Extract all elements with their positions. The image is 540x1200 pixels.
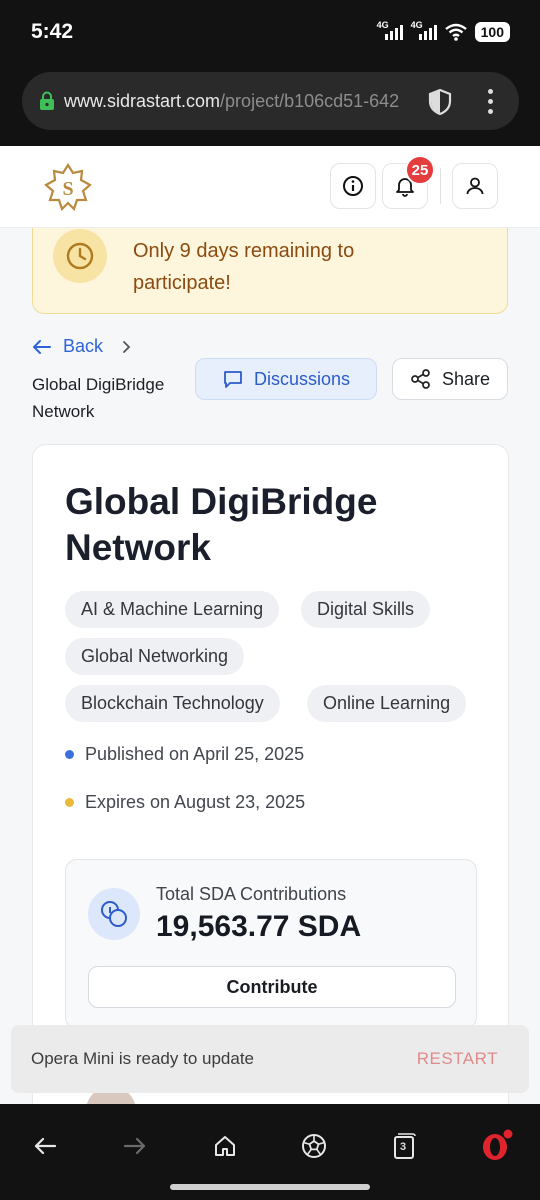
toast-message: Opera Mini is ready to update: [31, 1049, 255, 1068]
contribute-button[interactable]: Contribute: [88, 966, 456, 1008]
url-path: /project/b106cd51-642: [220, 90, 400, 111]
status-bar: 5:42 4G 4G 100: [0, 0, 540, 64]
tabs-button[interactable]: 3: [384, 1126, 424, 1166]
address-bar[interactable]: www.sidrastart.com/project/b106cd51-642: [22, 72, 519, 130]
back-label: Back: [63, 336, 104, 356]
breadcrumb-current: Global DigiBridge Network: [32, 375, 165, 421]
arrow-right-icon: [123, 1137, 146, 1155]
category-tag: Blockchain Technology: [65, 685, 280, 722]
notifications-button[interactable]: 25: [382, 155, 435, 209]
status-icons: 4G 4G 100: [377, 20, 510, 42]
battery-indicator: 100: [474, 22, 510, 42]
update-toast: Opera Mini is ready to update RESTART: [11, 1025, 529, 1093]
share-icon: [411, 369, 430, 389]
network-type-label: 4G: [376, 20, 389, 30]
signal-icon: 4G: [411, 20, 437, 40]
opera-menu-button[interactable]: [476, 1126, 516, 1166]
project-title: Global DigiBridge Network: [65, 481, 378, 568]
arrow-left-icon: [33, 339, 51, 354]
football-icon: [302, 1134, 326, 1158]
user-icon: [466, 177, 484, 195]
contributions-panel: Total SDA Contributions 19,563.77 SDA Co…: [65, 859, 477, 1029]
published-text: Published on April 25, 2025: [85, 744, 305, 764]
network-type-label: 4G: [410, 20, 423, 30]
football-button[interactable]: [294, 1126, 334, 1166]
chevron-right-icon: [123, 340, 131, 353]
notification-badge: 25: [405, 155, 435, 185]
lock-icon: [40, 91, 54, 110]
discussions-label: Discussions: [253, 368, 351, 389]
home-button[interactable]: [205, 1126, 245, 1166]
shield-icon[interactable]: [427, 88, 453, 116]
clock-icon: [53, 229, 107, 283]
share-button[interactable]: Share: [392, 358, 508, 400]
browser-bottom-nav: 3: [0, 1104, 540, 1200]
category-tag: Global Networking: [65, 638, 245, 675]
chat-icon: [224, 371, 242, 388]
category-tag: Online Learning: [307, 685, 467, 722]
home-icon: [215, 1136, 235, 1156]
status-dot-yellow: [65, 798, 74, 807]
header-divider: [440, 168, 441, 204]
discussions-button[interactable]: Discussions: [195, 358, 377, 400]
expiry-date: Expires on August 23, 2025: [65, 792, 305, 813]
site-header: S 25: [0, 146, 540, 228]
contributions-label: Total SDA Contributions: [156, 884, 347, 904]
published-date: Published on April 25, 2025: [65, 744, 304, 765]
back-nav-button[interactable]: [25, 1126, 65, 1166]
tab-count: 3: [400, 1141, 407, 1153]
status-time: 5:42: [31, 20, 74, 43]
url-domain: www.sidrastart.com: [64, 90, 221, 111]
arrow-left-icon: [34, 1137, 57, 1155]
info-icon: [343, 176, 363, 196]
svg-text:S: S: [62, 178, 73, 200]
status-dot-blue: [65, 750, 74, 759]
more-options-icon[interactable]: [488, 89, 493, 114]
gesture-home-indicator: [170, 1184, 370, 1190]
web-page: S 25 Only 9 days remaining to participat…: [0, 146, 540, 1104]
opera-logo-icon: [483, 1129, 513, 1160]
forward-nav-button[interactable]: [115, 1126, 155, 1166]
project-card: Global DigiBridge Network AI & Machine L…: [32, 444, 509, 1104]
signal-icon: 4G: [377, 20, 403, 40]
browser-toolbar: www.sidrastart.com/project/b106cd51-642: [0, 64, 540, 146]
category-tag: Digital Skills: [301, 591, 431, 628]
category-tag: AI & Machine Learning: [65, 591, 280, 628]
sidra-logo[interactable]: S: [44, 163, 92, 211]
expires-text: Expires on August 23, 2025: [85, 792, 306, 812]
share-label: Share: [441, 368, 491, 389]
info-button[interactable]: [330, 163, 376, 209]
back-link[interactable]: Back: [32, 336, 133, 357]
restart-button[interactable]: RESTART: [417, 1049, 498, 1069]
wifi-icon: [444, 23, 467, 41]
alert-message: Only 9 days remaining to participate!: [133, 240, 355, 294]
profile-button[interactable]: [452, 163, 498, 209]
coins-icon: [88, 888, 140, 940]
url-text: www.sidrastart.com/project/b106cd51-642: [64, 91, 419, 112]
contributions-amount: 19,563.77 SDA: [156, 910, 362, 943]
